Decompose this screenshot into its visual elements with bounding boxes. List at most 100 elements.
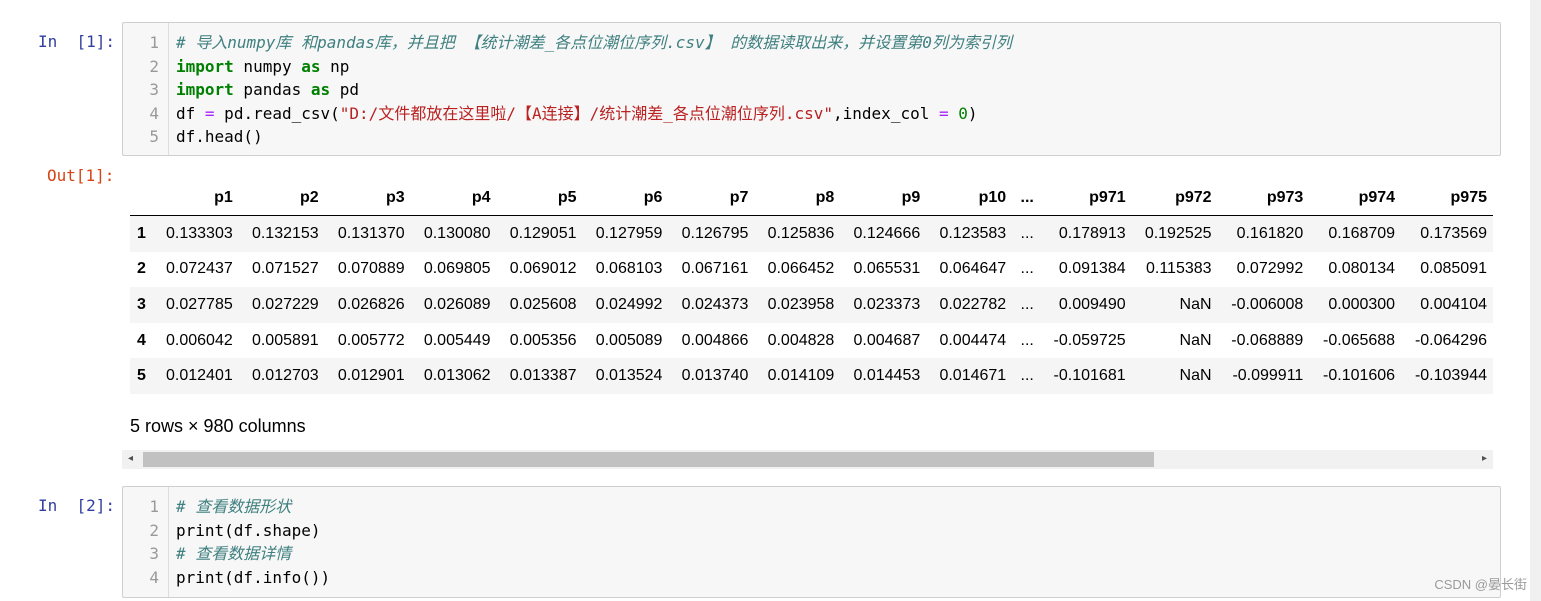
code-text[interactable]: print(df.shape) xyxy=(176,519,321,542)
table-cell: 0.012901 xyxy=(337,367,405,385)
line-number: 3 xyxy=(149,544,159,563)
table-cell: -0.064296 xyxy=(1414,331,1487,349)
code-token: pandas xyxy=(233,80,311,99)
table-cell: ... xyxy=(1020,224,1034,242)
table-cell: -0.101681 xyxy=(1053,367,1126,385)
code-text[interactable]: # 查看数据详情 xyxy=(176,542,291,565)
column-header: p3 xyxy=(324,180,411,216)
table-cell: 0.131370 xyxy=(337,224,405,242)
table-row: 3 0.027785 0.027229 0.026826 0.026089 0.02560… xyxy=(130,287,1493,323)
line-number: 5 xyxy=(149,127,159,146)
table-row: 1 0.133303 0.132153 0.131370 0.130080 0.12905… xyxy=(130,215,1493,252)
cell1-in-prompt: In [1]: xyxy=(38,32,116,51)
csdn-watermark: CSDN @晏长街 xyxy=(1434,577,1527,592)
table-cell: 0.014109 xyxy=(767,367,835,385)
table-cell: 0.005356 xyxy=(509,331,577,349)
table-cell: 0.127959 xyxy=(595,224,663,242)
table-cell: ... xyxy=(1020,295,1034,313)
row-index: 1 xyxy=(136,224,146,242)
dataframe-shape-note: 5 rows × 980 columns xyxy=(130,416,306,436)
code-text[interactable]: import numpy as np xyxy=(176,55,349,78)
table-cell: 0.065531 xyxy=(853,260,921,278)
code-token: = xyxy=(938,103,949,123)
table-cell: 0.071527 xyxy=(251,260,319,278)
code-token: df xyxy=(176,103,205,123)
code-cell-1[interactable]: 1 # 导入numpy库 和pandas库，并且把 【统计潮差_各点位潮位序列.c… xyxy=(122,22,1501,156)
table-cell: 0.012703 xyxy=(251,367,319,385)
scroll-right-arrow-icon[interactable]: ▸ xyxy=(1482,453,1487,464)
table-cell: 0.004474 xyxy=(939,331,1007,349)
table-cell: 0.072992 xyxy=(1236,260,1304,278)
table-cell: 0.005089 xyxy=(595,331,663,349)
code-text[interactable]: df = pd.read_csv("D:/文件都放在这里啦/【A连接】/统计潮差… xyxy=(176,102,978,125)
scroll-left-arrow-icon[interactable]: ◂ xyxy=(128,453,133,464)
code-token: # 查看数据形状 xyxy=(176,497,292,516)
column-header: p5 xyxy=(496,180,583,216)
table-cell: 0.123583 xyxy=(939,224,1007,242)
scrollbar-thumb[interactable] xyxy=(143,452,1154,467)
code-cell-2[interactable]: 1 # 查看数据形状 2 print(df.shape) 3 # 查看数据详情 4 print… xyxy=(122,486,1501,598)
table-cell: 0.006042 xyxy=(166,331,233,349)
column-header: p972 xyxy=(1131,180,1218,216)
index-header xyxy=(130,180,153,216)
column-header: p975 xyxy=(1401,180,1493,216)
column-header: p1 xyxy=(152,180,239,216)
column-header: p4 xyxy=(410,180,497,216)
code-token: "D:/文件都放在这里啦/【A连接】/统计潮差_各点位潮位序列.csv" xyxy=(339,103,834,123)
table-cell: 0.004866 xyxy=(681,331,749,349)
table-cell: 0.125836 xyxy=(767,224,835,242)
table-cell: 0.023373 xyxy=(853,295,921,313)
code-token: # 查看数据详情 xyxy=(176,544,292,563)
code-token: pd xyxy=(330,80,360,99)
table-cell: -0.065688 xyxy=(1323,331,1396,349)
table-cell: 0.004828 xyxy=(767,331,835,349)
code-token: as xyxy=(301,56,321,76)
table-cell: 0.013524 xyxy=(595,367,663,385)
column-header: p2 xyxy=(238,180,325,216)
table-cell: 0.070889 xyxy=(337,260,405,278)
code-token: print(df.shape) xyxy=(176,520,321,540)
table-cell: 0.013062 xyxy=(423,367,491,385)
table-cell: ... xyxy=(1020,331,1034,349)
code-text[interactable]: import pandas as pd xyxy=(176,78,359,101)
column-header: p8 xyxy=(754,180,841,216)
cell1-out-prompt: Out[1]: xyxy=(47,166,115,185)
page-vertical-scrollbar[interactable] xyxy=(1530,0,1541,601)
column-header: p974 xyxy=(1309,180,1402,216)
table-cell: 0.013740 xyxy=(681,367,749,385)
horizontal-scrollbar[interactable]: ◂ ▸ xyxy=(122,450,1493,469)
code-token: as xyxy=(310,80,331,99)
table-cell: 0.069805 xyxy=(423,260,491,278)
code-editor[interactable]: 1 # 查看数据形状 2 print(df.shape) 3 # 查看数据详情 4 print… xyxy=(123,495,1500,597)
table-cell: 0.069012 xyxy=(509,260,577,278)
table-cell: 0.026089 xyxy=(423,295,491,313)
table-cell: 0.005772 xyxy=(337,331,405,349)
row-index: 3 xyxy=(136,295,146,313)
table-cell: ... xyxy=(1020,367,1034,385)
table-cell: -0.099911 xyxy=(1232,367,1304,385)
code-text[interactable]: print(df.info()) xyxy=(176,566,330,589)
table-cell: NaN xyxy=(1179,367,1212,385)
table-cell: 0.005449 xyxy=(423,331,491,349)
table-cell: 0.004687 xyxy=(853,331,921,349)
table-cell: 0.091384 xyxy=(1058,260,1126,278)
row-index: 5 xyxy=(136,367,146,385)
table-cell: 0.085091 xyxy=(1420,260,1487,278)
table-cell: 0.022782 xyxy=(939,295,1007,313)
code-text[interactable]: # 导入numpy库 和pandas库，并且把 【统计潮差_各点位潮位序列.cs… xyxy=(176,31,1012,54)
line-number: 3 xyxy=(149,80,159,99)
column-header: p9 xyxy=(840,180,927,216)
table-cell: 0.064647 xyxy=(939,260,1007,278)
line-number: 1 xyxy=(149,33,159,52)
code-token: pd.read_csv( xyxy=(214,103,340,123)
column-header: ... xyxy=(1012,180,1040,216)
table-cell: 0.066452 xyxy=(767,260,835,278)
code-editor[interactable]: 1 # 导入numpy库 和pandas库，并且把 【统计潮差_各点位潮位序列.c… xyxy=(123,31,1500,155)
table-cell: 0.024992 xyxy=(595,295,663,313)
code-token: df.head() xyxy=(176,127,263,146)
code-text[interactable]: df.head() xyxy=(176,125,263,148)
code-text[interactable]: # 查看数据形状 xyxy=(176,495,291,518)
code-token: # 导入numpy库 和pandas库，并且把 【统计潮差_各点位潮位序列.cs… xyxy=(176,33,1012,52)
table-cell: 0.124666 xyxy=(853,224,921,242)
table-cell: 0.132153 xyxy=(251,224,319,242)
